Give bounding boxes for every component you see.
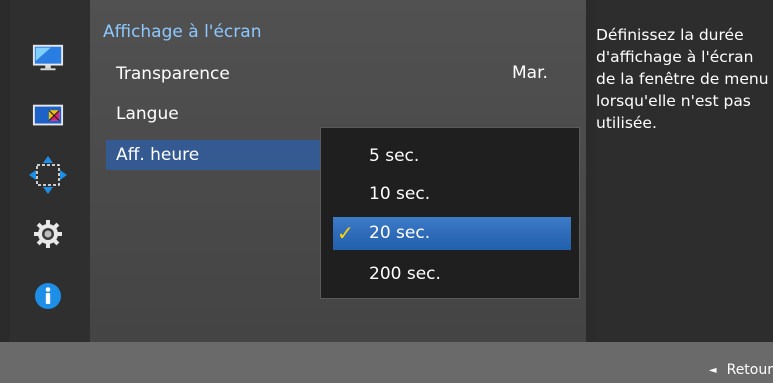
option-5-sec[interactable]: 5 sec. <box>333 140 571 173</box>
duration-dropdown[interactable]: 5 sec. 10 sec. ✓ 20 sec. 200 sec. <box>320 127 580 299</box>
sidebar <box>10 0 90 342</box>
help-panel: Définissez la durée d'affichage à l'écra… <box>596 0 773 344</box>
page-title: Affichage à l'écran <box>103 22 262 42</box>
osd-menu: Affichage à l'écran Transparence Mar. La… <box>0 0 773 383</box>
back-arrow-icon: ◄ <box>708 364 717 376</box>
option-200-sec[interactable]: 200 sec. <box>333 258 571 291</box>
menu-item-label: Transparence <box>116 64 230 84</box>
option-label: 20 sec. <box>369 223 431 243</box>
monitor-picture-icon[interactable] <box>32 42 64 74</box>
transparence-value: Mar. <box>512 63 548 83</box>
menu-item-label: Langue <box>116 104 179 124</box>
position-arrows-icon[interactable] <box>28 155 68 195</box>
back-button[interactable]: ◄ Retour <box>709 362 773 378</box>
menu-item-aff-heure[interactable]: Aff. heure <box>106 140 322 170</box>
option-label: 200 sec. <box>369 264 441 284</box>
menu-item-langue[interactable]: Langue <box>106 99 322 129</box>
color-icon[interactable] <box>32 100 64 132</box>
option-label: 10 sec. <box>369 184 431 204</box>
info-icon[interactable] <box>32 280 64 312</box>
bottom-bar: ◄ Retour <box>0 342 773 383</box>
option-10-sec[interactable]: 10 sec. <box>333 178 571 211</box>
menu-item-label: Aff. heure <box>116 145 200 165</box>
gear-icon[interactable] <box>32 218 64 250</box>
menu-item-transparence[interactable]: Transparence <box>106 59 322 89</box>
option-20-sec[interactable]: ✓ 20 sec. <box>333 217 571 250</box>
option-label: 5 sec. <box>369 146 420 166</box>
checkmark-icon: ✓ <box>337 221 354 245</box>
help-text: Définissez la durée d'affichage à l'écra… <box>596 26 769 132</box>
back-label: Retour <box>726 362 773 378</box>
